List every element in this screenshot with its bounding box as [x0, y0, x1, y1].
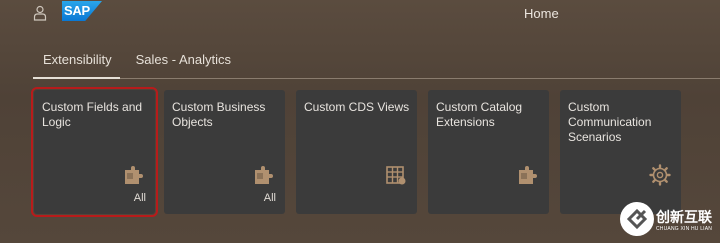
tile-title: Custom Business Objects	[172, 100, 266, 129]
user-icon[interactable]	[33, 5, 47, 21]
tile-info: All	[263, 192, 276, 204]
tab-bar: Extensibility Sales - Analytics	[43, 52, 231, 67]
tile-title: Custom Catalog Extensions	[436, 100, 523, 129]
active-tab-indicator	[33, 77, 120, 79]
gear-icon	[649, 164, 671, 186]
watermark-subtext: CHUANG XIN HU LIAN	[656, 226, 713, 232]
shell-title: Home	[524, 6, 559, 21]
puzzle-icon	[519, 166, 537, 184]
watermark-logo-icon	[620, 202, 654, 236]
watermark: 创新互联 CHUANG XIN HU LIAN	[620, 200, 720, 240]
tile-custom-cds-views[interactable]: Custom CDS Views	[296, 90, 417, 214]
tab-divider	[120, 78, 720, 79]
puzzle-icon	[125, 166, 143, 184]
tile-info: All	[133, 192, 146, 204]
tile-title: Custom CDS Views	[304, 100, 410, 114]
shell-bar: SAP Home	[0, 0, 720, 28]
watermark-text: 创新互联	[656, 210, 712, 226]
tile-custom-communication-scenarios[interactable]: Custom Communication Scenarios	[560, 90, 681, 214]
calendar-grid-icon	[386, 166, 406, 185]
tile-custom-business-objects[interactable]: Custom Business Objects All	[164, 90, 285, 214]
tile-custom-catalog-extensions[interactable]: Custom Catalog Extensions	[428, 90, 549, 214]
tab-extensibility[interactable]: Extensibility	[43, 52, 112, 67]
tile-custom-fields-and-logic[interactable]: Custom Fields and Logic All	[31, 87, 158, 217]
sap-logo-text: SAP	[64, 3, 90, 18]
tile-title: Custom Communication Scenarios	[568, 100, 652, 144]
sap-logo[interactable]: SAP	[62, 1, 102, 21]
puzzle-icon	[255, 166, 273, 184]
tab-sales-analytics[interactable]: Sales - Analytics	[136, 52, 231, 67]
tile-title: Custom Fields and Logic	[42, 100, 143, 129]
